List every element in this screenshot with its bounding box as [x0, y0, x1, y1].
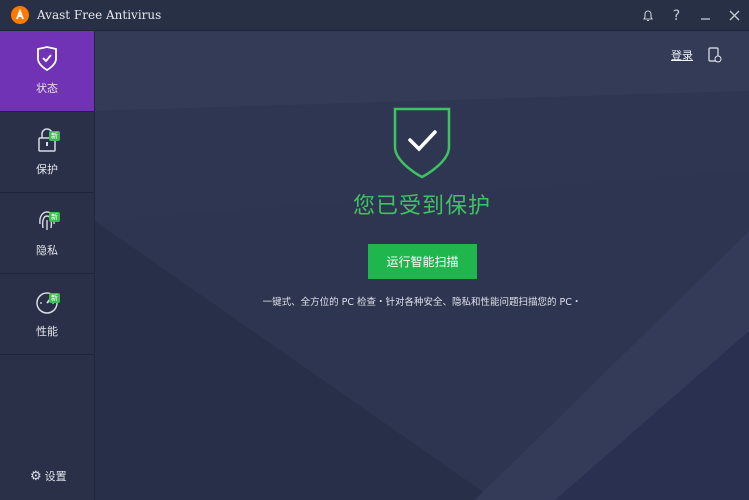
new-badge: 新	[49, 293, 60, 303]
protected-shield-icon	[393, 107, 451, 183]
settings-label: 设置	[44, 470, 67, 483]
sidebar: 状态 新 保护 新 隐私 新 性能 ⚙ 设置	[0, 31, 95, 500]
account-device-icon[interactable]	[708, 47, 722, 63]
new-badge: 新	[49, 212, 60, 222]
login-link[interactable]: 登录	[671, 47, 693, 63]
new-badge: 新	[49, 131, 60, 141]
sidebar-item-label: 状态	[36, 82, 58, 95]
shield-check-icon	[35, 46, 59, 72]
run-smart-scan-button[interactable]: 运行智能扫描	[368, 244, 477, 279]
sidebar-item-label: 保护	[36, 163, 58, 176]
scan-description: 一键式、全方位的 PC 检查・针对各种安全、隐私和性能问题扫描您的 PC・	[262, 297, 582, 308]
notifications-bell-icon[interactable]	[633, 0, 662, 31]
sidebar-item-label: 隐私	[36, 244, 58, 257]
gear-icon: ⚙	[30, 468, 42, 484]
minimize-icon[interactable]	[691, 0, 720, 31]
app-title: Avast Free Antivirus	[37, 8, 162, 22]
settings-button[interactable]: ⚙ 设置	[30, 468, 67, 484]
main-panel: 登录 您已受到保护 运行智能扫描 一键式、全方位的 PC 检查・针对各种安全、隐…	[95, 31, 749, 500]
protection-status-text: 您已受到保护	[352, 194, 491, 219]
help-icon[interactable]: ?	[662, 0, 691, 31]
close-icon[interactable]	[720, 0, 749, 31]
sidebar-item-label: 性能	[36, 325, 58, 338]
sidebar-item-protection[interactable]: 新 保护	[0, 112, 94, 193]
sidebar-item-performance[interactable]: 新 性能	[0, 274, 94, 355]
avast-logo-icon	[11, 6, 29, 24]
sidebar-item-status[interactable]: 状态	[0, 31, 94, 112]
title-bar: Avast Free Antivirus ?	[0, 0, 749, 31]
sidebar-item-privacy[interactable]: 新 隐私	[0, 193, 94, 274]
